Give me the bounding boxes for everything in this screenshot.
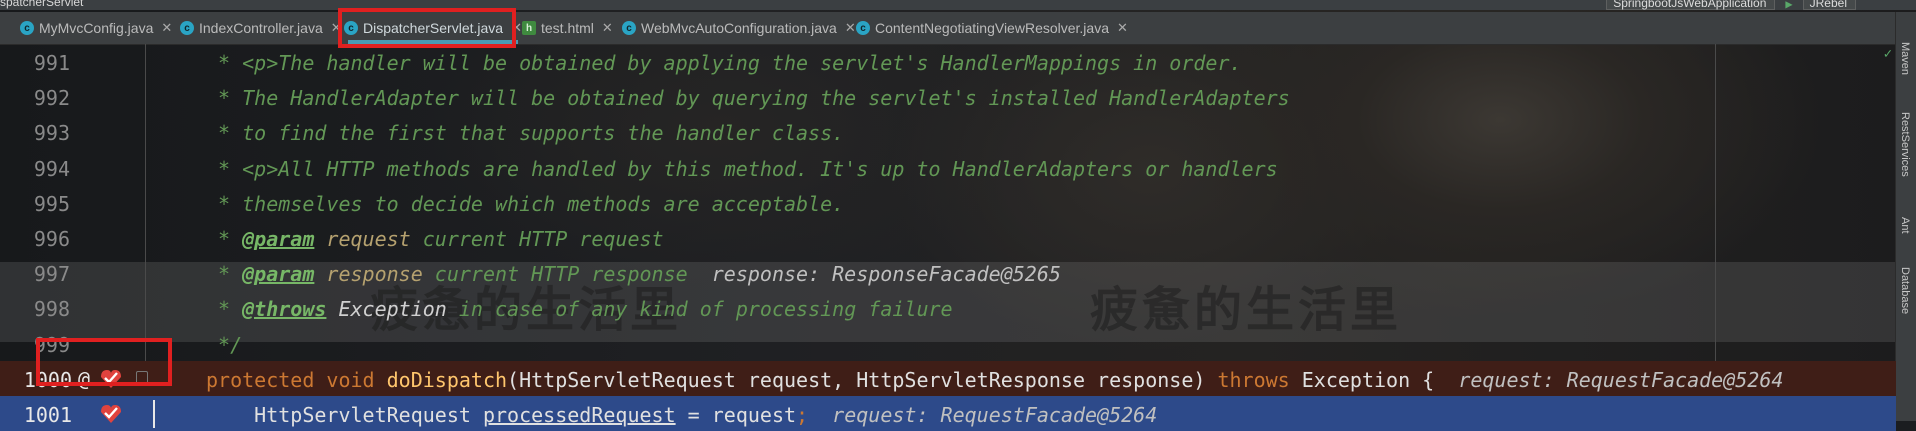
code-line: 994 * <p>All HTTP methods are handled by…	[0, 150, 1896, 185]
tab-label: test.html	[541, 20, 594, 36]
javadoc-tag: @param	[242, 226, 315, 251]
line-number: 993	[33, 121, 70, 146]
code-text: * @throws Exception in case of any kind …	[206, 297, 953, 321]
line-number: 1001	[23, 402, 72, 427]
doc-text: current HTTP response	[422, 262, 712, 287]
code-line: 995 * themselves to decide which methods…	[0, 185, 1896, 220]
code-line: 991 * <p>The handler will be obtained by…	[0, 44, 1896, 79]
tool-window-database[interactable]: Database	[1899, 267, 1911, 314]
code-line: 997 * @param response current HTTP respo…	[0, 255, 1896, 290]
tool-window-maven[interactable]: Maven	[1899, 42, 1911, 75]
right-tool-window-strip: Maven RestServices Ant Database	[1895, 12, 1916, 421]
code-text: * themselves to decide which methods are…	[206, 191, 845, 216]
html-file-icon: h	[522, 21, 536, 35]
class-icon: c	[180, 21, 194, 35]
tab-label: MyMvcConfig.java	[39, 20, 154, 36]
code-text: */	[206, 332, 243, 357]
highlight-gutter-markers	[36, 338, 172, 386]
code-line: 999 */	[0, 326, 1896, 361]
assignment: = request	[675, 402, 797, 427]
code-editor[interactable]: 991 * <p>The handler will be obtained by…	[0, 44, 1896, 431]
code-text: HttpServletRequest processedRequest = re…	[206, 403, 1157, 427]
semicolon: ;	[796, 402, 809, 427]
run-toolbar: SpringbootJsWebApplication ▶ JRebel	[1606, 0, 1856, 10]
close-icon[interactable]: ✕	[602, 20, 613, 36]
exception-name: Exception	[326, 297, 447, 322]
code-text: protected void doDispatch(HttpServletReq…	[206, 368, 1783, 392]
class-icon: c	[856, 21, 870, 35]
debug-inline-value: request: RequestFacade@5264	[808, 402, 1158, 427]
close-icon[interactable]: ✕	[845, 20, 856, 36]
close-icon[interactable]: ✕	[1117, 20, 1128, 36]
class-icon: c	[622, 21, 636, 35]
keyword: throws	[1217, 367, 1302, 392]
line-number: 995	[33, 191, 70, 216]
window-title-bar: spatcherServlet SpringbootJsWebApplicati…	[0, 0, 1916, 10]
code-line-current-execution: 1001 HttpServletRequest processedRequest…	[0, 395, 1896, 431]
param-name: request	[314, 226, 411, 251]
javadoc-tag: @param	[242, 262, 315, 287]
tab-mymvcconfig[interactable]: c MyMvcConfig.java ✕	[20, 12, 172, 44]
tab-label: WebMvcAutoConfiguration.java	[641, 20, 837, 36]
tool-window-ant[interactable]: Ant	[1899, 217, 1911, 234]
debug-inline-value: response: ResponseFacade@5265	[711, 262, 1061, 287]
text-caret	[153, 399, 155, 428]
debug-inline-value: request: RequestFacade@5264	[1458, 367, 1784, 392]
type-declaration: HttpServletRequest	[206, 402, 483, 427]
keyword: protected void	[206, 367, 387, 392]
code-line: 996 * @param request current HTTP reques…	[0, 220, 1896, 255]
editor-tab-bar: c MyMvcConfig.java ✕ c IndexController.j…	[0, 12, 1896, 45]
tab-label: IndexController.java	[199, 20, 323, 36]
parameters: (HttpServletRequest request, HttpServlet…	[507, 367, 1218, 392]
code-text: * @param request current HTTP request	[206, 227, 664, 251]
line-number: 997	[33, 262, 70, 287]
line-number: 996	[33, 226, 70, 251]
javadoc-tag: @throws	[242, 297, 327, 322]
code-line-method-declaration: 1000 @ protected void doDispatch(HttpSer…	[0, 360, 1896, 396]
tab-label: ContentNegotiatingViewResolver.java	[875, 20, 1109, 36]
jrebel-select[interactable]: JRebel	[1802, 0, 1856, 10]
tool-window-restservices[interactable]: RestServices	[1899, 112, 1911, 177]
doc-prefix: *	[206, 297, 243, 322]
code-text: * The HandlerAdapter will be obtained by…	[206, 86, 1290, 111]
code-line: 992 * The HandlerAdapter will be obtaine…	[0, 79, 1896, 114]
line-number: 994	[33, 156, 70, 181]
code-line: 998 * @throws Exception in case of any k…	[0, 290, 1896, 325]
class-icon: c	[20, 21, 34, 35]
tab-webmvcautoconfiguration[interactable]: c WebMvcAutoConfiguration.java ✕	[622, 12, 856, 44]
code-text: * @param response current HTTP response …	[206, 262, 1061, 286]
run-icon[interactable]: ▶	[1785, 0, 1792, 10]
line-number: 991	[33, 51, 70, 75]
exception-type: Exception {	[1301, 367, 1459, 392]
doc-text: in case of any kind of processing failur…	[446, 297, 953, 322]
line-number: 998	[33, 297, 70, 322]
tab-contentnegotiatingviewresolver[interactable]: c ContentNegotiatingViewResolver.java ✕	[856, 12, 1128, 44]
method-name: doDispatch	[386, 367, 508, 392]
code-text: * <p>The handler will be obtained by app…	[206, 51, 1242, 75]
highlight-active-tab	[338, 8, 516, 48]
run-configuration-select[interactable]: SpringbootJsWebApplication	[1606, 0, 1776, 10]
tab-test-html[interactable]: h test.html ✕	[522, 12, 613, 44]
code-text: * <p>All HTTP methods are handled by thi…	[206, 156, 1278, 181]
window-title: spatcherServlet	[0, 0, 84, 9]
doc-prefix: *	[206, 262, 243, 287]
doc-prefix: *	[206, 226, 243, 251]
code-text: * to find the first that supports the ha…	[206, 121, 845, 146]
variable-name: processedRequest	[482, 402, 676, 427]
line-number: 992	[33, 86, 70, 111]
tab-indexcontroller[interactable]: c IndexController.java ✕	[180, 12, 342, 44]
doc-text: current HTTP request	[410, 226, 664, 251]
param-name: response	[314, 262, 423, 287]
code-line: 993 * to find the first that supports th…	[0, 114, 1896, 149]
close-icon[interactable]: ✕	[161, 20, 172, 36]
